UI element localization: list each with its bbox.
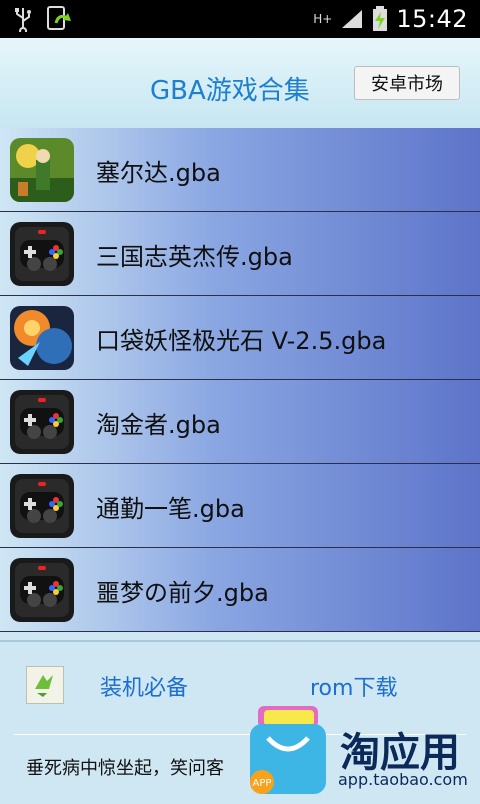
signal-icon: [342, 10, 363, 28]
status-bar: H+ 15:42: [0, 0, 480, 38]
page-title: GBA游戏合集: [150, 76, 310, 106]
list-item[interactable]: 口袋妖怪极光石 V-2.5.gba: [0, 296, 480, 380]
game-name: 淘金者.gba: [96, 410, 221, 439]
list-item[interactable]: 塞尔达.gba: [0, 128, 480, 212]
game-name: 三国志英杰传.gba: [96, 242, 293, 271]
divider: [0, 640, 480, 642]
android-market-button[interactable]: 安卓市场: [354, 66, 460, 100]
update-icon: [47, 6, 71, 30]
recycle-icon[interactable]: [26, 666, 64, 704]
app-badge-label: APP: [253, 778, 272, 789]
game-name: 通勤一笔.gba: [96, 494, 245, 523]
taobao-bag-icon[interactable]: APP: [242, 700, 334, 800]
essential-apps-link[interactable]: 装机必备: [100, 670, 188, 702]
game-name: 塞尔达.gba: [96, 158, 221, 187]
usb-icon: [15, 8, 31, 32]
gamepad-icon: [10, 222, 74, 286]
app-header: GBA游戏合集 安卓市场: [0, 38, 480, 128]
footer: 装机必备 rom下载 垂死病中惊坐起，笑问客 APP 淘应用 app.taoba…: [0, 640, 480, 800]
rom-download-link[interactable]: rom下载: [310, 670, 397, 702]
gamepad-icon: [10, 558, 74, 622]
gamepad-icon: [10, 474, 74, 538]
list-item[interactable]: 噩梦の前夕.gba: [0, 548, 480, 632]
ad-text: 垂死病中惊坐起，笑问客: [26, 758, 224, 779]
game-name: 噩梦の前夕.gba: [96, 578, 269, 607]
network-type: H+: [313, 12, 333, 26]
clock: 15:42: [396, 5, 468, 33]
battery-charging-icon: [373, 6, 388, 31]
game-list: 塞尔达.gba 三国志英杰传.gba 口袋妖怪极光石 V-2.5.gba 淘金者…: [0, 128, 480, 640]
list-item[interactable]: 通勤一笔.gba: [0, 464, 480, 548]
list-item[interactable]: 淘金者.gba: [0, 380, 480, 464]
zelda-art-icon: [10, 138, 74, 202]
pokemon-art-icon: [10, 306, 74, 370]
list-item[interactable]: 三国志英杰传.gba: [0, 212, 480, 296]
gamepad-icon: [10, 390, 74, 454]
game-name: 口袋妖怪极光石 V-2.5.gba: [96, 326, 387, 355]
taobao-url: app.taobao.com: [338, 770, 468, 789]
